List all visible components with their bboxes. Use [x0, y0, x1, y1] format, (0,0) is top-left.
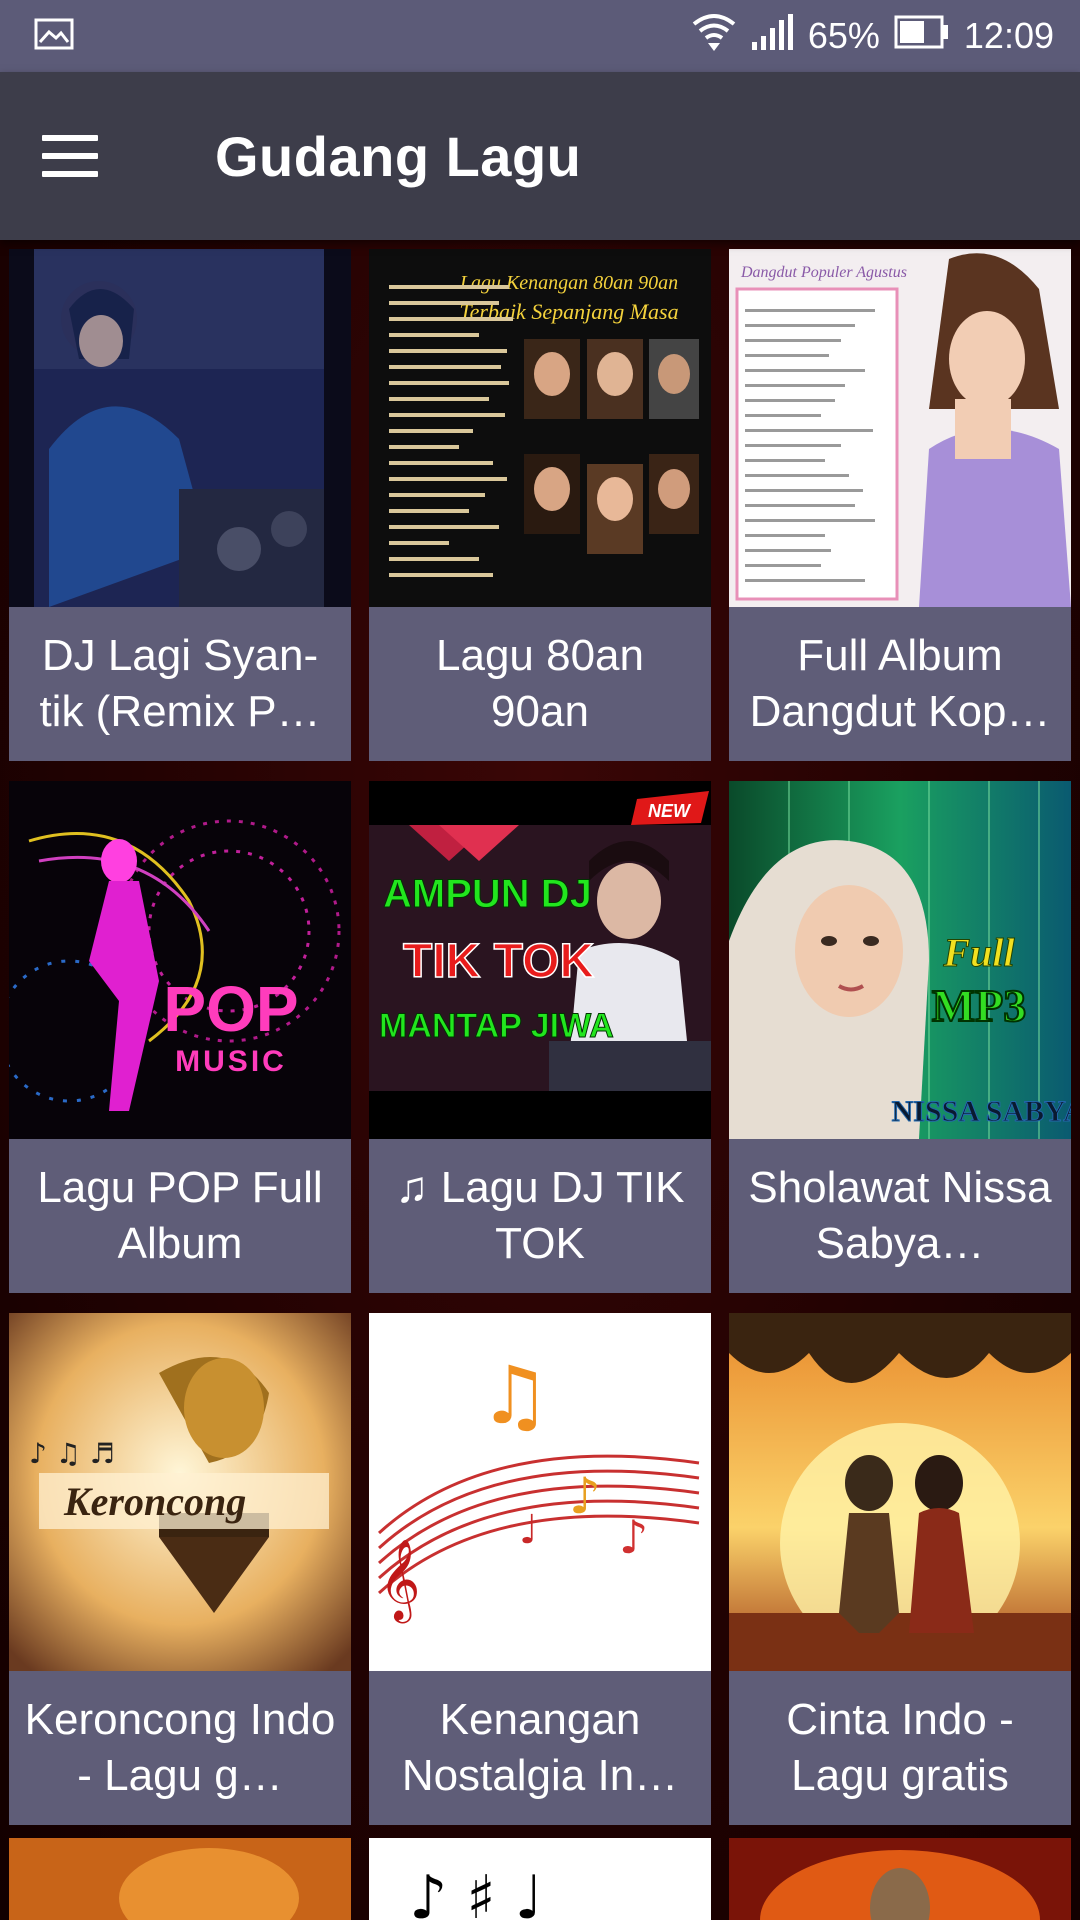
thumb-title-text: Full [942, 930, 1015, 975]
card-title: Full Album Dangdut Kop… [729, 607, 1071, 761]
signal-icon [750, 12, 794, 61]
song-card-partial[interactable]: ♪ ♯ ♩ [369, 1838, 711, 1920]
thumb-title-text: AMPUN DJ [383, 872, 592, 916]
song-card[interactable]: Full MP3 NISSA SABYAN Sholawat Nissa Sab… [729, 781, 1071, 1293]
svg-text:♪: ♪ [569, 1467, 601, 1525]
song-card[interactable]: DJ Lagi Syan-tik (Remix P… [9, 249, 351, 761]
partial-row: ♪ ♯ ♩ [9, 1838, 1071, 1920]
card-title: ♫ Lagu DJ TIK TOK [369, 1139, 711, 1293]
battery-icon [894, 15, 950, 58]
battery-percent: 65% [807, 15, 880, 56]
thumb-title-text-2: TIK TOK [403, 935, 594, 988]
card-title: Lagu 80an 90an [369, 607, 711, 761]
card-thumbnail: Dangdut Populer Agustus [729, 249, 1071, 607]
svg-text:♪ ♯ ♩: ♪ ♯ ♩ [409, 1863, 543, 1920]
song-card[interactable]: POP MUSIC Lagu POP Full Album [9, 781, 351, 1293]
app-bar: Gudang Lagu [0, 72, 1080, 240]
card-title: DJ Lagi Syan-tik (Remix P… [9, 607, 351, 761]
card-title: Keroncong Indo - Lagu g… [9, 1671, 351, 1825]
svg-text:♪ ♫ ♬: ♪ ♫ ♬ [29, 1437, 115, 1470]
app-title: Gudang Lagu [215, 124, 582, 188]
card-thumbnail: NEW AMPUN DJ TIK TOK MANTAP JIWA [369, 781, 711, 1139]
thumb-artist-text: NISSA SABYAN [892, 1095, 1071, 1128]
thumb-subtitle-text: MANTAP JIWA [379, 1007, 614, 1045]
song-card[interactable]: 𝄞 ♫ ♪ ♪ ♩ Kenangan Nostalgia In… [369, 1313, 711, 1825]
song-card[interactable]: Lagu Kenangan 80an 90an Terbaik Sepanjan… [369, 249, 711, 761]
song-card[interactable]: NEW AMPUN DJ TIK TOK MANTAP JIWA ♫ Lagu … [369, 781, 711, 1293]
card-thumbnail [729, 1313, 1071, 1671]
song-card-partial[interactable] [729, 1838, 1071, 1920]
wifi-icon [692, 12, 736, 61]
card-title: Cinta Indo - Lagu gratis [729, 1671, 1071, 1825]
svg-text:♫: ♫ [479, 1349, 551, 1442]
card-title: Sholawat Nissa Sabya… [729, 1139, 1071, 1293]
status-bar: 65% 12:09 [0, 0, 1080, 72]
card-title: Kenangan Nostalgia In… [369, 1671, 711, 1825]
card-thumbnail: Lagu Kenangan 80an 90an Terbaik Sepanjan… [369, 249, 711, 607]
card-thumbnail: Full MP3 NISSA SABYAN [729, 781, 1071, 1139]
song-card-partial[interactable] [9, 1838, 351, 1920]
card-thumbnail: 𝄞 ♫ ♪ ♪ ♩ [369, 1313, 711, 1671]
thumb-title-text: Keroncong [63, 1479, 246, 1524]
song-card[interactable]: Dangdut Populer Agustus Full Album Dangd… [729, 249, 1071, 761]
card-thumbnail [9, 249, 351, 607]
new-badge-text: NEW [648, 801, 692, 821]
thumb-subtitle-text: MUSIC [175, 1045, 287, 1078]
card-thumbnail: POP MUSIC [9, 781, 351, 1139]
svg-text:♪: ♪ [619, 1510, 648, 1564]
thumb-subtitle-text: MP3 [932, 980, 1027, 1031]
song-card[interactable]: Cinta Indo - Lagu gratis [729, 1313, 1071, 1825]
thumb-title-text: POP [163, 973, 298, 1045]
clock: 12:09 [963, 15, 1054, 56]
thumb-title-text: Dangdut Populer Agustus [740, 264, 907, 281]
hamburger-menu-icon[interactable] [42, 114, 126, 198]
card-title: Lagu POP Full Album [9, 1139, 351, 1293]
svg-text:♩: ♩ [519, 1507, 538, 1553]
song-grid: DJ Lagi Syan-tik (Remix P… Lagu Kenangan… [9, 249, 1071, 1825]
card-thumbnail: ♪ ♫ ♬ Keroncong [9, 1313, 351, 1671]
song-card[interactable]: ♪ ♫ ♬ Keroncong Keroncong Indo - Lagu g… [9, 1313, 351, 1825]
thumb-title-text: Lagu Kenangan 80an 90an [459, 272, 678, 294]
image-notification-icon [34, 18, 74, 55]
svg-text:𝄞: 𝄞 [379, 1538, 420, 1623]
